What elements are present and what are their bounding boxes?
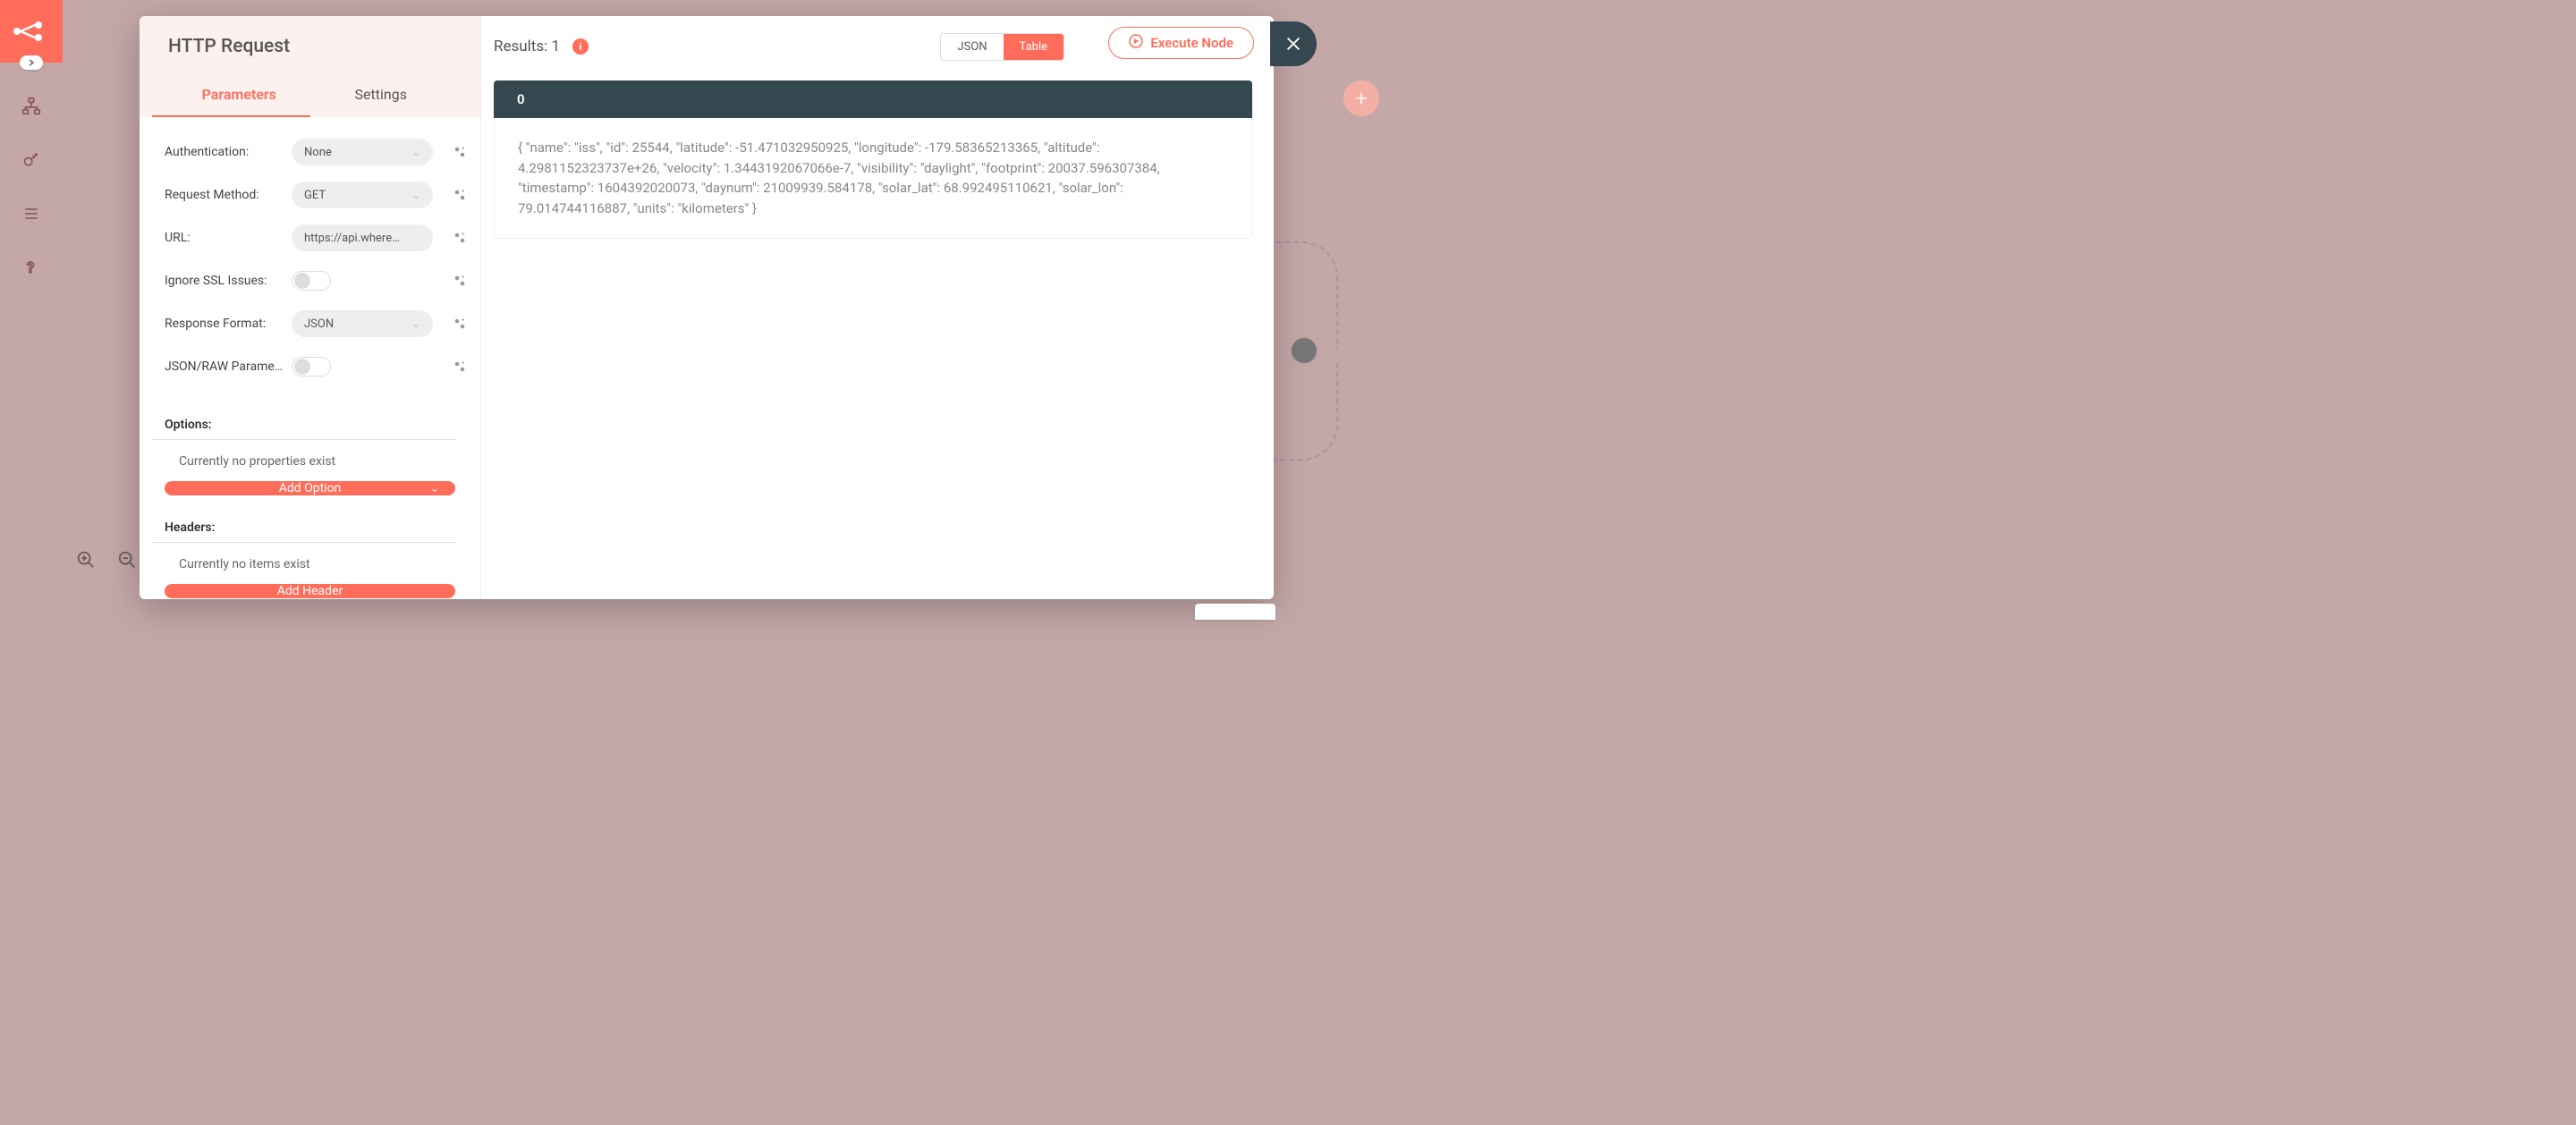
workflow-node[interactable] <box>1290 336 1318 365</box>
view-table-button[interactable]: Table <box>1004 34 1063 60</box>
node-editor-left-panel: HTTP Request Parameters Settings Authent… <box>140 16 481 599</box>
info-icon[interactable]: i <box>572 38 589 55</box>
chevron-down-icon: ⌄ <box>412 318 420 330</box>
gear-icon[interactable] <box>448 226 471 250</box>
param-authentication: Authentication: None ⌄ <box>165 135 471 169</box>
node-title: HTTP Request <box>168 36 452 57</box>
select-value: JSON <box>304 317 334 331</box>
param-label: Ignore SSL Issues: <box>165 274 284 288</box>
param-json-raw: JSON/RAW Parame… <box>165 350 471 384</box>
results-table: 0 { "name": "iss", "id": 25544, "latitud… <box>494 80 1252 239</box>
gear-icon[interactable] <box>448 355 471 378</box>
add-node-button[interactable]: + <box>1343 80 1379 116</box>
view-toggle: JSON Table <box>940 33 1064 61</box>
chevron-down-icon: ⌄ <box>430 482 439 495</box>
tab-parameters[interactable]: Parameters <box>168 73 310 117</box>
button-label: Execute Node <box>1150 35 1233 51</box>
add-header-button[interactable]: Add Header <box>165 584 455 598</box>
table-cell: { "name": "iss", "id": 25544, "latitude"… <box>494 118 1252 239</box>
button-label: Add Option <box>279 481 342 495</box>
param-label: JSON/RAW Parame… <box>165 359 284 374</box>
view-json-button[interactable]: JSON <box>941 34 1003 60</box>
select-value: None <box>304 146 332 159</box>
headers-header: Headers: <box>140 504 480 542</box>
json-raw-toggle[interactable] <box>292 357 331 376</box>
input-value: https://api.where… <box>304 232 400 245</box>
zoom-out-button[interactable] <box>114 547 140 572</box>
execute-node-button[interactable]: Execute Node <box>1108 27 1254 59</box>
tabs: Parameters Settings <box>168 73 452 117</box>
workflows-icon[interactable] <box>0 84 63 129</box>
param-label: Request Method: <box>165 188 284 202</box>
gear-icon[interactable] <box>448 269 471 292</box>
param-url: URL: https://api.where… <box>165 221 471 255</box>
options-header: Options: <box>140 402 480 439</box>
param-ignore-ssl: Ignore SSL Issues: <box>165 264 471 298</box>
param-request-method: Request Method: GET ⌄ <box>165 178 471 212</box>
response-format-select[interactable]: JSON ⌄ <box>292 310 433 337</box>
bottom-drawer-handle[interactable] <box>1195 604 1275 620</box>
param-label: Authentication: <box>165 145 284 159</box>
tab-settings[interactable]: Settings <box>310 73 453 117</box>
url-input[interactable]: https://api.where… <box>292 224 433 251</box>
sidebar: ? <box>0 0 63 608</box>
request-method-select[interactable]: GET ⌄ <box>292 182 433 208</box>
table-header: 0 <box>494 80 1252 118</box>
param-response-format: Response Format: JSON ⌄ <box>165 307 471 341</box>
credentials-icon[interactable] <box>0 138 63 182</box>
button-label: Add Header <box>277 584 343 598</box>
sidebar-expand-button[interactable] <box>20 55 43 70</box>
node-editor-header: HTTP Request Parameters Settings <box>140 16 480 117</box>
gear-icon[interactable] <box>448 312 471 335</box>
node-editor-modal: HTTP Request Parameters Settings Authent… <box>140 16 1274 599</box>
headers-empty: Currently no items exist <box>140 543 480 584</box>
node-editor-right-panel: Results: 1 i JSON Table Execute Node 0 {… <box>481 16 1274 599</box>
svg-text:?: ? <box>27 260 34 276</box>
ignore-ssl-toggle[interactable] <box>292 271 331 291</box>
brand-logo[interactable] <box>0 0 63 63</box>
param-label: URL: <box>165 231 284 245</box>
zoom-in-button[interactable] <box>73 547 98 572</box>
zoom-controls <box>73 547 140 572</box>
add-option-button[interactable]: Add Option ⌄ <box>165 481 455 495</box>
options-empty: Currently no properties exist <box>140 440 480 481</box>
chevron-down-icon: ⌄ <box>412 147 420 158</box>
play-icon <box>1129 34 1143 52</box>
help-icon[interactable]: ? <box>0 245 63 290</box>
select-value: GET <box>304 189 326 202</box>
results-count: Results: 1 <box>494 38 560 55</box>
parameters-list: Authentication: None ⌄ Request Method: G… <box>140 117 480 402</box>
gear-icon[interactable] <box>448 183 471 207</box>
param-label: Response Format: <box>165 317 284 331</box>
chevron-down-icon: ⌄ <box>412 190 420 201</box>
authentication-select[interactable]: None ⌄ <box>292 139 433 165</box>
gear-icon[interactable] <box>448 140 471 164</box>
close-button[interactable] <box>1270 21 1317 66</box>
executions-icon[interactable] <box>0 191 63 236</box>
